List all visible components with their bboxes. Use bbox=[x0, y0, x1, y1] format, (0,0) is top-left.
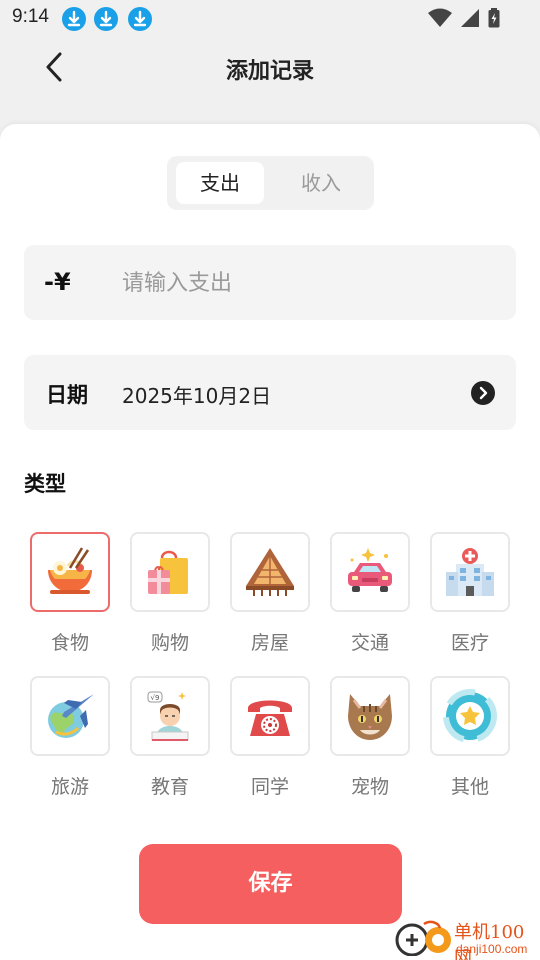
telephone-icon bbox=[248, 700, 292, 736]
save-button[interactable]: 保存 bbox=[139, 844, 402, 924]
noodle-bowl-icon bbox=[48, 547, 92, 594]
app-header: 添加记录 bbox=[0, 36, 540, 100]
watermark: 单机100网 danji100.com bbox=[390, 914, 540, 960]
cat-icon bbox=[348, 694, 392, 740]
student-icon: √9 bbox=[147, 691, 189, 741]
category-tile: √9 bbox=[130, 676, 210, 756]
signal-icon bbox=[461, 9, 479, 27]
battery-icon bbox=[488, 8, 500, 28]
status-time: 9:14 bbox=[12, 6, 49, 27]
category-label: 房屋 bbox=[250, 632, 289, 654]
category-classmates[interactable]: 同学 bbox=[228, 676, 312, 798]
currency-prefix: -¥ bbox=[44, 268, 71, 296]
category-label: 医疗 bbox=[450, 632, 489, 654]
category-label: 其他 bbox=[450, 776, 489, 798]
airplane-globe-icon bbox=[48, 694, 94, 738]
star-ring-icon bbox=[443, 689, 497, 743]
category-medical[interactable]: 医疗 bbox=[428, 532, 512, 654]
type-toggle: 支出 收入 bbox=[167, 156, 374, 210]
status-indicators bbox=[428, 8, 500, 28]
category-label: 教育 bbox=[150, 776, 189, 798]
wifi-icon bbox=[428, 8, 452, 27]
category-house[interactable]: 房屋 bbox=[228, 532, 312, 654]
date-field[interactable]: 日期 2025年10月2日 bbox=[24, 355, 516, 430]
category-tile bbox=[30, 676, 110, 756]
download-icon bbox=[128, 7, 152, 31]
category-tile bbox=[130, 532, 210, 612]
date-label: 日期 bbox=[46, 383, 88, 407]
category-education[interactable]: √9 教育 bbox=[128, 676, 212, 798]
date-value: 2025年10月2日 bbox=[122, 384, 272, 408]
watermark-url: danji100.com bbox=[456, 942, 528, 956]
category-other[interactable]: 其他 bbox=[428, 676, 512, 798]
page-title: 添加记录 bbox=[225, 59, 314, 84]
house-icon bbox=[246, 548, 294, 596]
category-pets[interactable]: 宠物 bbox=[328, 676, 412, 798]
category-label: 食物 bbox=[50, 632, 89, 654]
category-tile bbox=[230, 532, 310, 612]
category-label: 交通 bbox=[350, 632, 389, 654]
tab-expense[interactable]: 支出 bbox=[176, 162, 264, 204]
svg-text:√9: √9 bbox=[151, 694, 160, 702]
tab-income[interactable]: 收入 bbox=[277, 162, 365, 204]
amount-input[interactable] bbox=[122, 263, 492, 303]
category-tile bbox=[330, 532, 410, 612]
amount-field: -¥ bbox=[24, 245, 516, 320]
download-icon bbox=[94, 7, 118, 31]
category-travel[interactable]: 旅游 bbox=[28, 676, 112, 798]
category-tile bbox=[430, 676, 510, 756]
category-label: 宠物 bbox=[350, 776, 389, 798]
category-shopping[interactable]: 购物 bbox=[128, 532, 212, 654]
shopping-bag-icon bbox=[148, 550, 188, 594]
status-bar: 9:14 bbox=[0, 0, 540, 36]
watermark-logo-icon bbox=[395, 920, 451, 956]
category-tile bbox=[30, 532, 110, 612]
car-icon bbox=[348, 548, 392, 592]
category-section-title: 类型 bbox=[24, 472, 66, 496]
category-label: 旅游 bbox=[50, 776, 89, 798]
category-transport[interactable]: 交通 bbox=[328, 532, 412, 654]
category-label: 同学 bbox=[250, 776, 289, 798]
category-tile bbox=[330, 676, 410, 756]
hospital-icon bbox=[446, 548, 494, 596]
category-tile bbox=[230, 676, 310, 756]
chevron-right-circle-icon[interactable] bbox=[471, 381, 495, 405]
category-food[interactable]: 食物 bbox=[28, 532, 112, 654]
category-label: 购物 bbox=[150, 632, 189, 654]
download-icon bbox=[62, 7, 86, 31]
category-tile bbox=[430, 532, 510, 612]
